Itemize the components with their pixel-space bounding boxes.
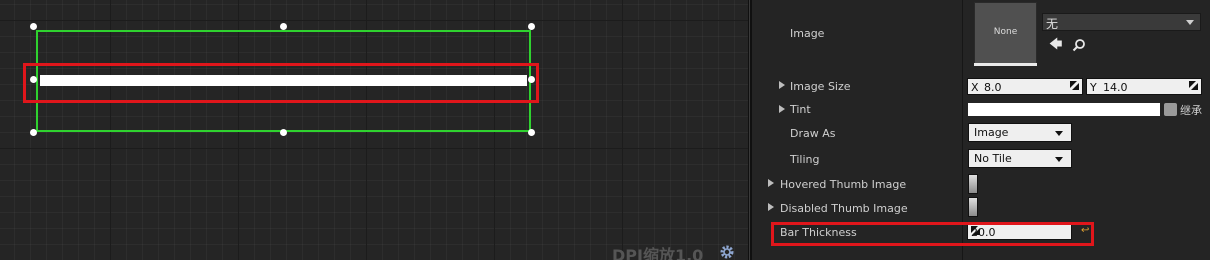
image-asset-dropdown[interactable]: 无: [1042, 13, 1201, 31]
column-splitter[interactable]: [962, 0, 963, 260]
inherit-checkbox[interactable]: [1164, 103, 1177, 116]
tint-label: Tint: [790, 103, 811, 116]
resize-handle-top-right[interactable]: [528, 23, 535, 30]
image-size-label: Image Size: [790, 80, 851, 93]
gear-icon[interactable]: [718, 243, 736, 260]
resize-handle-top-left[interactable]: [30, 23, 37, 30]
chevron-down-icon: [1186, 20, 1194, 25]
disabled-thumb-image-label: Disabled Thumb Image: [780, 202, 908, 215]
chevron-down-icon: [1055, 131, 1063, 136]
thumbnail-underline: [974, 63, 1037, 66]
tiling-label: Tiling: [790, 153, 820, 166]
arrow-left-icon[interactable]: 🡄: [1049, 38, 1062, 52]
x-axis-label: X: [971, 81, 979, 94]
dpi-scale-label: DPI缩放1.0: [612, 246, 704, 260]
tiling-value: No Tile: [974, 152, 1012, 165]
disabled-thumb-image-swatch[interactable]: [968, 197, 978, 217]
details-panel: Image None 无 🡄 Image Size X 8.0 Y 14.0 T…: [752, 0, 1210, 260]
image-asset-value: 无: [1046, 17, 1059, 31]
chevron-down-icon: [1055, 157, 1063, 162]
image-thumbnail[interactable]: None: [974, 2, 1037, 64]
designer-viewport[interactable]: DPI缩放1.0: [0, 0, 748, 260]
y-value: 14.0: [1103, 81, 1128, 94]
expand-arrow-icon[interactable]: [779, 81, 785, 89]
inherit-label: 继承: [1180, 104, 1202, 117]
drag-value-icon: [1070, 81, 1079, 90]
draw-as-dropdown[interactable]: Image: [968, 123, 1072, 142]
resize-handle-bottom-right[interactable]: [528, 129, 535, 136]
highlight-annotation-panel: [771, 222, 1094, 246]
x-value: 8.0: [984, 81, 1002, 94]
drag-value-icon: [1189, 81, 1198, 90]
resize-handle-bottom-center[interactable]: [280, 129, 287, 136]
tiling-dropdown[interactable]: No Tile: [968, 149, 1072, 168]
expand-arrow-icon[interactable]: [768, 203, 774, 211]
resize-handle-bottom-left[interactable]: [30, 129, 37, 136]
expand-arrow-icon[interactable]: [779, 105, 785, 113]
hovered-thumb-image-label: Hovered Thumb Image: [780, 178, 907, 191]
tint-color-swatch[interactable]: [968, 103, 1160, 116]
search-icon[interactable]: [1072, 38, 1086, 56]
hovered-thumb-image-swatch[interactable]: [968, 174, 978, 194]
image-size-y-field[interactable]: Y 14.0: [1086, 78, 1202, 95]
draw-as-value: Image: [974, 126, 1009, 139]
highlight-annotation-viewport: [23, 63, 539, 103]
y-axis-label: Y: [1090, 81, 1097, 94]
thumbnail-text: None: [993, 27, 1018, 37]
resize-handle-top-center[interactable]: [280, 23, 287, 30]
draw-as-label: Draw As: [790, 127, 836, 140]
expand-arrow-icon[interactable]: [768, 179, 774, 187]
image-label: Image: [790, 27, 825, 40]
image-size-x-field[interactable]: X 8.0: [967, 78, 1083, 95]
